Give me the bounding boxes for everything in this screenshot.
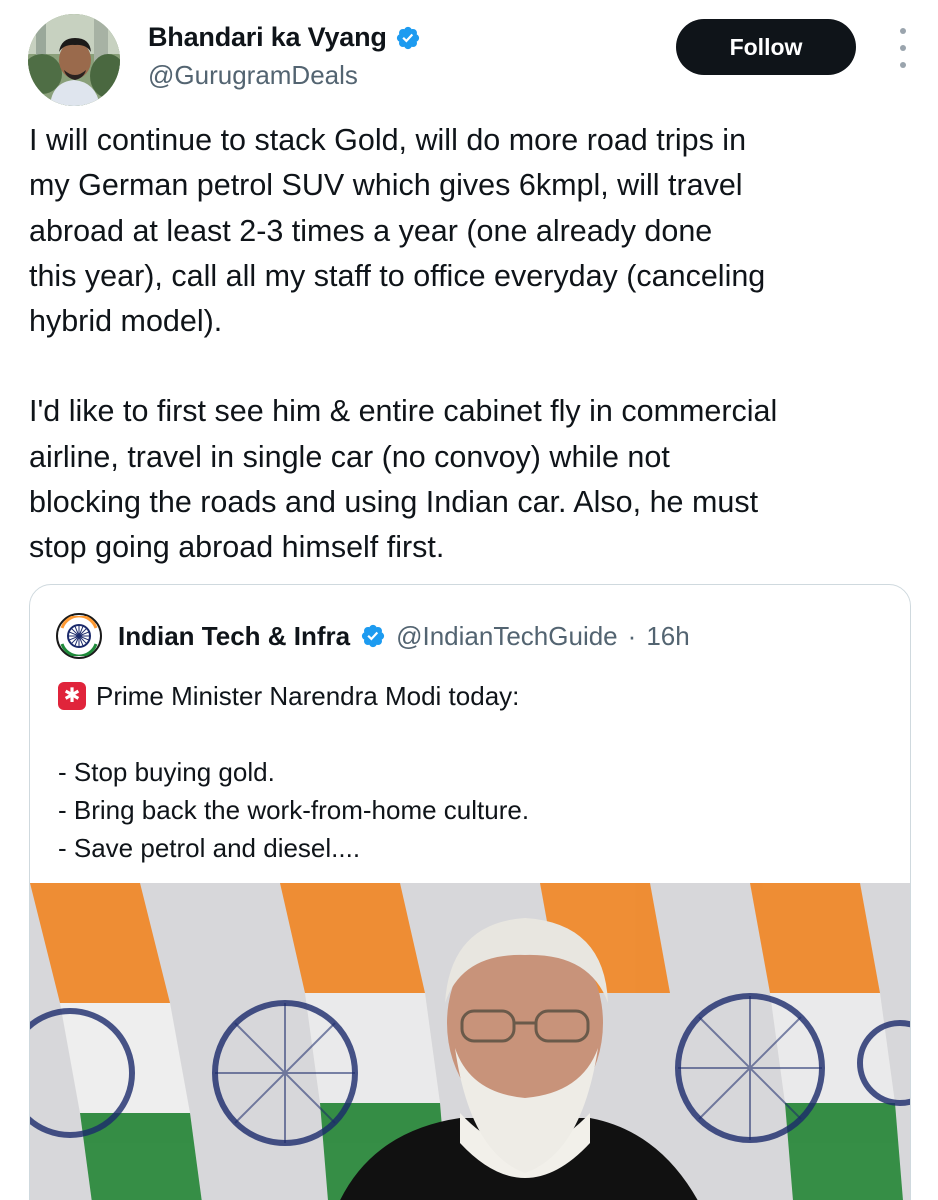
author-name-row: Bhandari ka Vyang bbox=[148, 22, 421, 53]
quoted-author-handle[interactable]: @IndianTechGuide bbox=[396, 621, 618, 652]
text-line: airline, travel in single car (no convoy… bbox=[29, 439, 670, 474]
tweet-view: Bhandari ka Vyang @GurugramDeals Follow … bbox=[0, 0, 938, 1200]
text-line: hybrid model). bbox=[29, 304, 223, 339]
author-handle[interactable]: @GurugramDeals bbox=[148, 60, 358, 91]
quoted-tweet-text: ✱ Prime Minister Narendra Modi today: - … bbox=[58, 677, 878, 867]
separator-dot: · bbox=[627, 620, 637, 651]
quoted-media-image[interactable] bbox=[30, 883, 910, 1200]
tweet-paragraph-1: I will continue to stack Gold, will do m… bbox=[29, 118, 919, 344]
dot bbox=[900, 45, 906, 51]
text-line: I'd like to first see him & entire cabin… bbox=[29, 394, 778, 429]
quoted-tweet-card[interactable]: Indian Tech & Infra @IndianTechGuide · 1… bbox=[29, 584, 911, 1200]
text-line: stop going abroad himself first. bbox=[29, 530, 445, 565]
text-line: this year), call all my staff to office … bbox=[29, 258, 766, 293]
verified-badge-icon bbox=[362, 624, 385, 648]
text-line: my German petrol SUV which gives 6kmpl, … bbox=[29, 168, 743, 203]
tweet-paragraph-2: I'd like to first see him & entire cabin… bbox=[29, 389, 919, 570]
list-item: - Bring back the work-from-home culture. bbox=[58, 795, 530, 825]
rotating-light-icon: ✱ bbox=[58, 682, 86, 710]
quoted-tweet-header: Indian Tech & Infra @IndianTechGuide · 1… bbox=[56, 613, 690, 659]
ashoka-chakra-icon bbox=[60, 616, 98, 656]
text-line: abroad at least 2-3 times a year (one al… bbox=[29, 213, 713, 248]
more-vertical-icon[interactable] bbox=[896, 28, 910, 68]
quoted-timestamp[interactable]: 16h bbox=[646, 621, 689, 652]
list-item: - Stop buying gold. bbox=[58, 757, 275, 787]
photo-of-speaker-with-flags bbox=[30, 883, 910, 1200]
follow-button[interactable]: Follow bbox=[676, 19, 856, 75]
quoted-author-display-name[interactable]: Indian Tech & Infra bbox=[118, 621, 350, 652]
quoted-headline: Prime Minister Narendra Modi today: bbox=[96, 681, 520, 711]
headline-line: ✱ Prime Minister Narendra Modi today: bbox=[58, 677, 878, 715]
dot bbox=[900, 62, 906, 68]
tweet-header: Bhandari ka Vyang @GurugramDeals Follow bbox=[28, 8, 910, 108]
text-line: blocking the roads and using Indian car.… bbox=[29, 485, 759, 520]
author-avatar[interactable] bbox=[28, 14, 120, 106]
verified-badge-icon bbox=[396, 26, 419, 49]
tweet-text: I will continue to stack Gold, will do m… bbox=[29, 118, 919, 571]
quoted-author-avatar[interactable] bbox=[56, 613, 102, 659]
author-display-name[interactable]: Bhandari ka Vyang bbox=[148, 22, 387, 53]
text-line: I will continue to stack Gold, will do m… bbox=[29, 123, 747, 157]
dot bbox=[900, 28, 906, 34]
list-item: - Save petrol and diesel.... bbox=[58, 833, 361, 863]
